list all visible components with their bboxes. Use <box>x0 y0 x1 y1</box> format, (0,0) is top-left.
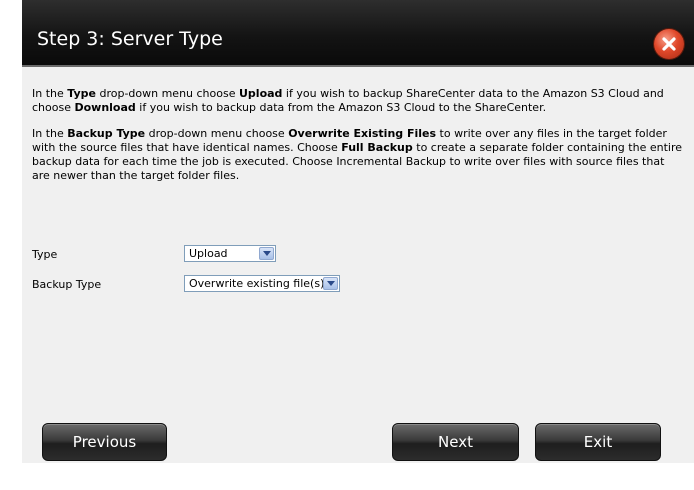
instruction-emphasis: Type <box>67 87 96 100</box>
instruction-text: drop-down menu choose <box>95 87 239 100</box>
exit-button[interactable]: Exit <box>535 423 661 461</box>
backup-type-label: Backup Type <box>32 278 102 291</box>
type-label: Type <box>32 248 58 261</box>
instruction-text: In the <box>32 87 68 100</box>
instruction-text: drop-down menu choose <box>145 127 289 140</box>
instruction-paragraph-type: In the Type drop-down menu choose Upload… <box>32 87 684 115</box>
instruction-text: In the <box>32 127 68 140</box>
backup-type-select-value: Overwrite existing file(s) <box>189 277 325 290</box>
instruction-emphasis: Overwrite Existing Files <box>288 127 437 140</box>
instruction-text: if you wish to backup data from the Amaz… <box>135 101 547 114</box>
instruction-paragraph-backup-type: In the Backup Type drop-down menu choose… <box>32 127 684 183</box>
chevron-down-icon[interactable] <box>259 247 274 260</box>
backup-type-select[interactable]: Overwrite existing file(s) <box>184 275 340 292</box>
next-button[interactable]: Next <box>392 423 519 461</box>
close-icon[interactable] <box>654 29 684 59</box>
instruction-emphasis: Download <box>74 101 136 114</box>
type-select[interactable]: Upload <box>184 245 276 262</box>
instructions: In the Type drop-down menu choose Upload… <box>32 87 684 195</box>
chevron-down-icon[interactable] <box>323 277 338 290</box>
previous-button[interactable]: Previous <box>42 423 167 461</box>
wizard-dialog: Step 3: Server Type In the Type drop-dow… <box>22 0 694 463</box>
type-select-value: Upload <box>189 247 228 260</box>
dialog-titlebar: Step 3: Server Type <box>22 0 694 67</box>
instruction-emphasis: Full Backup <box>341 141 413 154</box>
dialog-title: Step 3: Server Type <box>37 28 223 50</box>
instruction-emphasis: Upload <box>239 87 283 100</box>
instruction-emphasis: Backup Type <box>67 127 146 140</box>
